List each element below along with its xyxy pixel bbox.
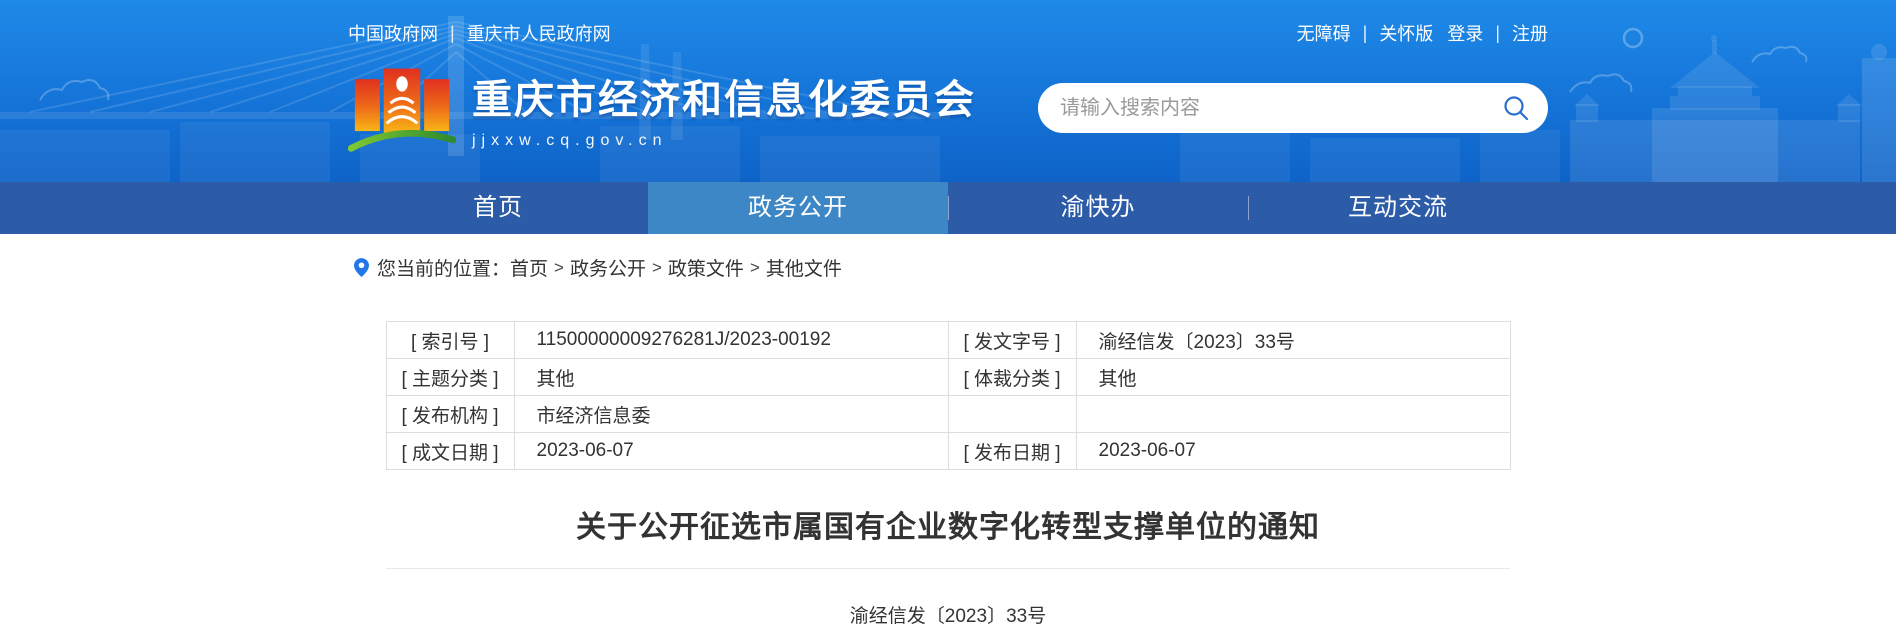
meta-value-subject: 其他 (514, 359, 948, 396)
meta-value-index-no: 11500000009276281J/2023-00192 (514, 322, 948, 359)
link-care-mode[interactable]: 关怀版 (1379, 20, 1433, 46)
meta-value-empty (1076, 396, 1510, 433)
breadcrumb-separator: > (750, 258, 760, 278)
document-number: 渝经信发〔2023〕33号 (348, 601, 1548, 628)
topbar-divider: | (1363, 23, 1368, 44)
site-logo-emblem (348, 58, 456, 158)
link-china-gov[interactable]: 中国政府网 (348, 20, 438, 46)
meta-label-genre: [ 体裁分类 ] (948, 359, 1076, 396)
nav-item-home[interactable]: 首页 (348, 182, 648, 234)
table-row: [ 发布机构 ] 市经济信息委 (386, 396, 1510, 433)
meta-label-doc-no: [ 发文字号 ] (948, 322, 1076, 359)
nav-item-yukuaiban[interactable]: 渝快办 (948, 182, 1248, 234)
nav-item-interaction[interactable]: 互动交流 (1248, 182, 1548, 234)
main-content: 您当前的位置： 首页 > 政务公开 > 政策文件 > 其他文件 [ 索引号 ] … (348, 254, 1548, 628)
document-meta-table: [ 索引号 ] 11500000009276281J/2023-00192 [ … (386, 321, 1511, 470)
search-icon[interactable] (1502, 94, 1530, 122)
link-login[interactable]: 登录 (1447, 20, 1483, 46)
breadcrumb-policy-docs[interactable]: 政策文件 (668, 254, 744, 281)
breadcrumb: 您当前的位置： 首页 > 政务公开 > 政策文件 > 其他文件 (348, 254, 1548, 281)
breadcrumb-prefix: 您当前的位置： (377, 254, 510, 281)
topbar: 中国政府网 | 重庆市人民政府网 无障碍 | 关怀版 登录 | 注册 (348, 0, 1548, 46)
site-title: 重庆市经济和信息化委员会 (472, 67, 976, 125)
meta-label-subject: [ 主题分类 ] (386, 359, 514, 396)
title-divider (386, 568, 1510, 569)
link-register[interactable]: 注册 (1512, 20, 1548, 46)
topbar-divider: | (450, 23, 455, 44)
meta-value-issuer: 市经济信息委 (514, 396, 948, 433)
meta-value-date-written: 2023-06-07 (514, 433, 948, 470)
breadcrumb-separator: > (652, 258, 662, 278)
document-title: 关于公开征选市属国有企业数字化转型支撑单位的通知 (348, 510, 1548, 546)
link-accessibility[interactable]: 无障碍 (1297, 20, 1351, 46)
topbar-divider: | (1495, 23, 1500, 44)
meta-label-empty (948, 396, 1076, 433)
breadcrumb-separator: > (554, 258, 564, 278)
link-cq-gov[interactable]: 重庆市人民政府网 (467, 20, 611, 46)
meta-value-genre: 其他 (1076, 359, 1510, 396)
search-box (1038, 83, 1548, 133)
site-url: jjxxw.cq.gov.cn (472, 132, 976, 150)
breadcrumb-gov-info[interactable]: 政务公开 (570, 254, 646, 281)
meta-label-date-written: [ 成文日期 ] (386, 433, 514, 470)
breadcrumb-home[interactable]: 首页 (510, 254, 548, 281)
nav-item-gov-info[interactable]: 政务公开 (648, 182, 948, 234)
location-pin-icon (354, 258, 369, 277)
site-header: 中国政府网 | 重庆市人民政府网 无障碍 | 关怀版 登录 | 注册 (0, 0, 1896, 182)
meta-value-date-published: 2023-06-07 (1076, 433, 1510, 470)
breadcrumb-other-docs[interactable]: 其他文件 (766, 254, 842, 281)
table-row: [ 成文日期 ] 2023-06-07 [ 发布日期 ] 2023-06-07 (386, 433, 1510, 470)
main-nav: 首页 政务公开 渝快办 互动交流 (0, 182, 1896, 234)
meta-label-date-published: [ 发布日期 ] (948, 433, 1076, 470)
search-input[interactable] (1060, 97, 1502, 120)
meta-label-index-no: [ 索引号 ] (386, 322, 514, 359)
meta-value-doc-no: 渝经信发〔2023〕33号 (1076, 322, 1510, 359)
table-row: [ 索引号 ] 11500000009276281J/2023-00192 [ … (386, 322, 1510, 359)
table-row: [ 主题分类 ] 其他 [ 体裁分类 ] 其他 (386, 359, 1510, 396)
meta-label-issuer: [ 发布机构 ] (386, 396, 514, 433)
